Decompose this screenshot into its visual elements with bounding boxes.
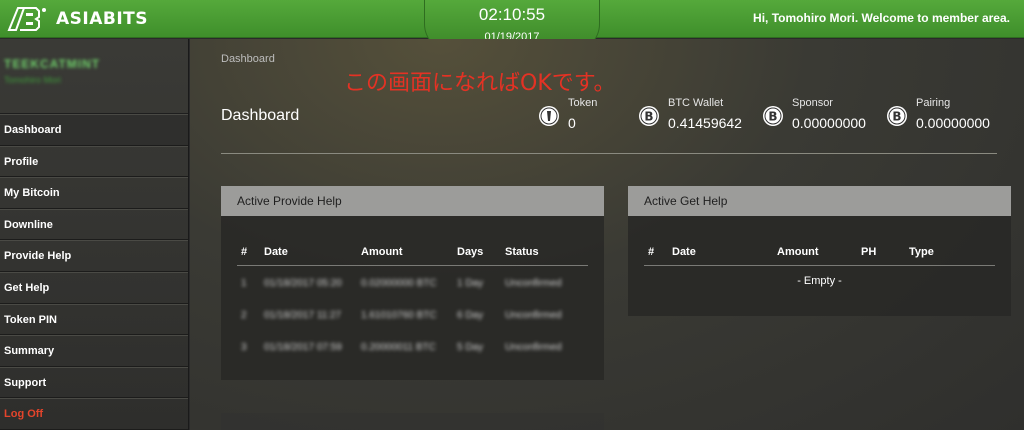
page-title: Dashboard — [221, 107, 300, 124]
sidebar-item-provide-help[interactable]: Provide Help — [0, 240, 188, 272]
stat-value: 0.41459642 — [668, 115, 742, 131]
stat-label: Sponsor — [792, 97, 833, 109]
breadcrumb[interactable]: Dashboard — [221, 53, 275, 65]
bitcoin-icon: B — [887, 106, 907, 126]
sidebar: TEEKCATMINT Tomohiro Mori Dashboard Prof… — [0, 39, 189, 430]
table-cell: 01/18/2017 11:27 — [264, 310, 342, 321]
stat-label: Pairing — [916, 97, 951, 109]
sidebar-item-log-off[interactable]: Log Off — [0, 398, 188, 430]
sidebar-item-token-pin[interactable]: Token PIN — [0, 303, 188, 336]
svg-text:B: B — [644, 110, 653, 124]
table-row[interactable]: 2 01/18/2017 11:27 1.61010760 BTC 6 Day … — [237, 298, 588, 330]
user-name: TEEKCATMINT — [4, 57, 101, 71]
sidebar-item-get-help[interactable]: Get Help — [0, 271, 188, 304]
column-header: Type — [909, 246, 934, 258]
bitcoin-icon: B — [639, 106, 659, 126]
user-info: TEEKCATMINT Tomohiro Mori — [0, 39, 188, 114]
sidebar-item-my-bitcoin[interactable]: My Bitcoin — [0, 177, 188, 209]
get-help-panel: Active Get Help # Date Amount PH Type - … — [628, 186, 1011, 316]
sidebar-item-support[interactable]: Support — [0, 366, 188, 399]
panel-title: Active Provide Help — [221, 186, 604, 216]
table-cell: 2 — [241, 310, 247, 321]
sidebar-item-profile[interactable]: Profile — [0, 145, 188, 178]
main-content: Dashboard この画面になればOKです。 Dashboard Token … — [190, 39, 1024, 430]
welcome-message: Hi, Tomohiro Mori. Welcome to member are… — [753, 11, 1010, 25]
table-cell: 0.20000011 BTC — [361, 342, 436, 353]
table-cell: 1 — [241, 278, 247, 289]
empty-state: - Empty - — [797, 275, 842, 287]
sidebar-item-dashboard[interactable]: Dashboard — [0, 114, 188, 146]
table-row[interactable]: 1 01/18/2017 05:20 0.02000000 BTC 1 Day … — [237, 266, 588, 298]
table-cell: 1 Day — [457, 278, 484, 289]
panel-title: Active Get Help — [628, 186, 1011, 216]
bitcoin-icon: B — [763, 106, 783, 126]
stat-label: Token — [568, 97, 598, 109]
table-header: # Date Amount Days Status — [237, 242, 588, 266]
table-cell: 3 — [241, 342, 247, 353]
column-header: Amount — [777, 246, 819, 258]
token-icon — [539, 106, 559, 126]
table-cell: Unconfirmed — [505, 342, 562, 353]
asiabits-logo-icon — [7, 7, 46, 31]
stat-value: 0.00000000 — [792, 115, 866, 131]
column-header: Days — [457, 246, 484, 258]
column-header: Amount — [361, 246, 403, 258]
provide-help-panel: Active Provide Help # Date Amount Days S… — [221, 186, 604, 380]
annotation-note: この画面になればOKです。 — [344, 71, 616, 96]
stat-value: 0 — [568, 115, 576, 131]
user-subtitle: Tomohiro Mori — [4, 75, 62, 85]
table-cell: 01/18/2017 05:20 — [264, 278, 342, 289]
table-cell: Unconfirmed — [505, 278, 562, 289]
stat-value: 0.00000000 — [916, 115, 990, 131]
provide-help-table: # Date Amount Days Status 1 01/18/2017 0… — [237, 242, 588, 362]
sidebar-item-downline[interactable]: Downline — [0, 208, 188, 241]
table-cell: 0.02000000 BTC — [361, 278, 437, 289]
sidebar-item-summary[interactable]: Summary — [0, 335, 188, 367]
column-header: Date — [672, 246, 696, 258]
svg-text:B: B — [768, 110, 777, 124]
get-help-table: # Date Amount PH Type - Empty - — [644, 242, 995, 287]
table-header: # Date Amount PH Type — [644, 242, 995, 266]
table-cell: 01/18/2017 07:59 — [264, 342, 342, 353]
clock-time: 02:10:55 — [478, 5, 546, 24]
column-header: # — [648, 246, 655, 258]
column-header: Date — [264, 246, 288, 258]
divider — [221, 153, 997, 154]
lower-panel — [221, 413, 604, 430]
table-cell: 5 Day — [457, 342, 484, 353]
table-row[interactable]: 3 01/18/2017 07:59 0.20000011 BTC 5 Day … — [237, 330, 588, 362]
table-cell: 6 Day — [457, 310, 484, 321]
column-header: PH — [861, 246, 877, 258]
svg-text:B: B — [892, 110, 901, 124]
stat-label: BTC Wallet — [668, 97, 724, 109]
table-cell: Unconfirmed — [505, 310, 562, 321]
brand-name: ASIABITS — [56, 9, 149, 29]
column-header: Status — [505, 246, 539, 258]
column-header: # — [241, 246, 248, 258]
brand-logo[interactable]: ASIABITS — [6, 6, 148, 32]
table-cell: 1.61010760 BTC — [361, 310, 437, 321]
